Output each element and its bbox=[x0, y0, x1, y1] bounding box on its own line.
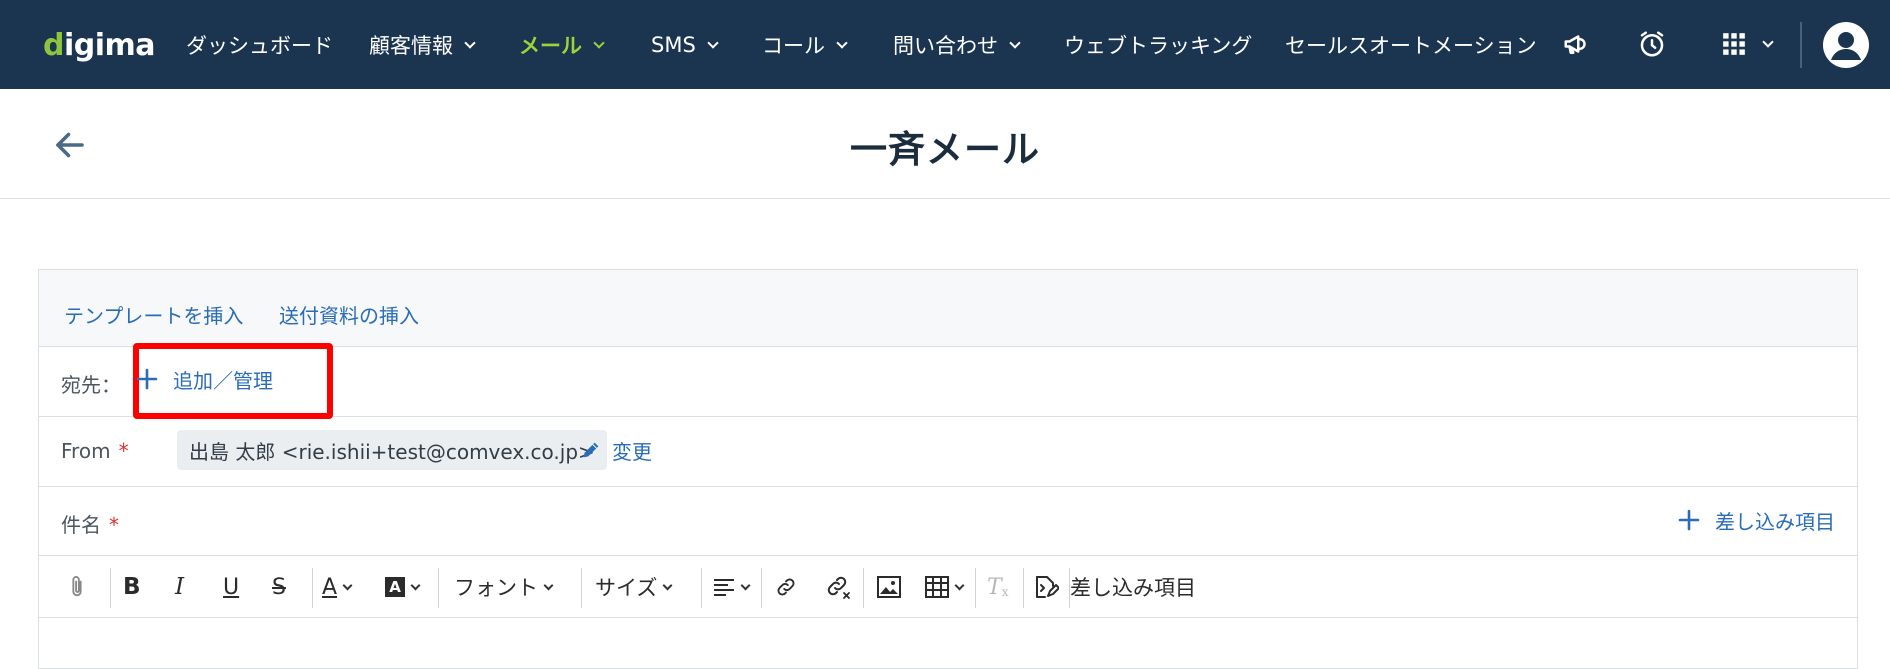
plus-icon bbox=[136, 368, 158, 390]
nav-mail[interactable]: メール bbox=[519, 29, 605, 61]
subject-merge-field-button[interactable]: 差し込み項目 bbox=[1677, 504, 1835, 536]
size-dropdown[interactable]: サイズ bbox=[595, 570, 673, 604]
underline-icon[interactable]: U bbox=[223, 570, 239, 604]
font-dropdown[interactable]: フォント bbox=[454, 570, 554, 604]
page-header: 一斉メール bbox=[0, 89, 1890, 199]
link-icon[interactable] bbox=[775, 570, 797, 604]
italic-icon[interactable]: I bbox=[175, 570, 184, 604]
subject-row[interactable]: 件名 * 差し込み項目 bbox=[39, 487, 1857, 556]
add-manage-button[interactable]: 追加／管理 bbox=[135, 361, 273, 397]
nav-customer-info[interactable]: 顧客情報 bbox=[369, 29, 476, 61]
table-icon[interactable] bbox=[925, 570, 965, 604]
apps-chevron-down-icon[interactable] bbox=[1756, 26, 1780, 62]
logo-accent: d bbox=[43, 28, 64, 63]
nav-divider bbox=[1800, 22, 1802, 68]
chevron-down-icon bbox=[836, 36, 848, 49]
merge-field-dropdown[interactable]: 差し込み項目 bbox=[1070, 570, 1196, 604]
insert-template-link[interactable]: テンプレートを挿入 bbox=[64, 300, 243, 329]
merge-field-icon[interactable] bbox=[1033, 570, 1059, 604]
to-row: 宛先： 追加／管理 bbox=[39, 343, 1857, 419]
nav-call[interactable]: コール bbox=[762, 29, 848, 61]
plus-icon bbox=[1678, 509, 1700, 531]
editor-toolbar: B I U S A A フォント サイズ T x 差し込み項目 bbox=[39, 556, 1857, 618]
nav-sales-automation[interactable]: セールスオートメーション bbox=[1285, 29, 1537, 61]
insert-document-link[interactable]: 送付資料の挿入 bbox=[279, 300, 419, 329]
align-icon[interactable] bbox=[713, 570, 751, 604]
apps-grid-icon[interactable] bbox=[1714, 26, 1754, 62]
strikethrough-icon[interactable]: S bbox=[272, 570, 286, 604]
from-sender-chip: 出島 太郎 <rie.ishii+test@comvex.co.jp> bbox=[177, 430, 607, 470]
clear-format-icon[interactable]: Tx bbox=[987, 570, 1008, 604]
to-label: 宛先： bbox=[61, 373, 121, 397]
nav-web-tracking[interactable]: ウェブトラッキング bbox=[1064, 29, 1252, 61]
bold-icon[interactable]: B bbox=[123, 570, 141, 604]
insert-tabs: テンプレートを挿入 送付資料の挿入 bbox=[39, 270, 1857, 347]
nav-inquiry[interactable]: 問い合わせ bbox=[893, 29, 1021, 61]
digima-logo[interactable]: d igima bbox=[43, 23, 156, 63]
user-avatar-icon[interactable] bbox=[1823, 22, 1869, 68]
attachment-icon[interactable] bbox=[66, 570, 88, 604]
background-color-icon[interactable]: A bbox=[385, 570, 421, 604]
change-sender-button[interactable]: 変更 bbox=[580, 434, 652, 466]
from-label: From * bbox=[61, 439, 129, 463]
nav-dashboard[interactable]: ダッシュボード bbox=[186, 29, 333, 61]
chevron-down-icon bbox=[1009, 36, 1021, 49]
megaphone-icon[interactable] bbox=[1559, 26, 1595, 62]
page-title: 一斉メール bbox=[850, 128, 1040, 171]
chevron-down-icon bbox=[593, 36, 605, 49]
image-icon[interactable] bbox=[877, 570, 901, 604]
pencil-icon bbox=[583, 442, 599, 458]
alarm-clock-icon[interactable] bbox=[1634, 26, 1670, 62]
top-navbar: d igima ダッシュボード 顧客情報 メール SMS コール 問い合わせ ウェ… bbox=[0, 0, 1890, 89]
unlink-icon[interactable] bbox=[825, 570, 851, 604]
chevron-down-icon bbox=[707, 36, 719, 49]
from-row: From * 出島 太郎 <rie.ishii+test@comvex.co.jp… bbox=[39, 417, 1857, 487]
subject-label: 件名 * bbox=[61, 513, 119, 537]
font-color-icon[interactable]: A bbox=[322, 570, 353, 604]
logo-rest: igima bbox=[63, 28, 156, 63]
mail-form-card: テンプレートを挿入 送付資料の挿入 宛先： 追加／管理 From * 出島 太郎 … bbox=[38, 269, 1858, 669]
chevron-down-icon bbox=[464, 36, 476, 49]
nav-sms[interactable]: SMS bbox=[651, 29, 719, 61]
